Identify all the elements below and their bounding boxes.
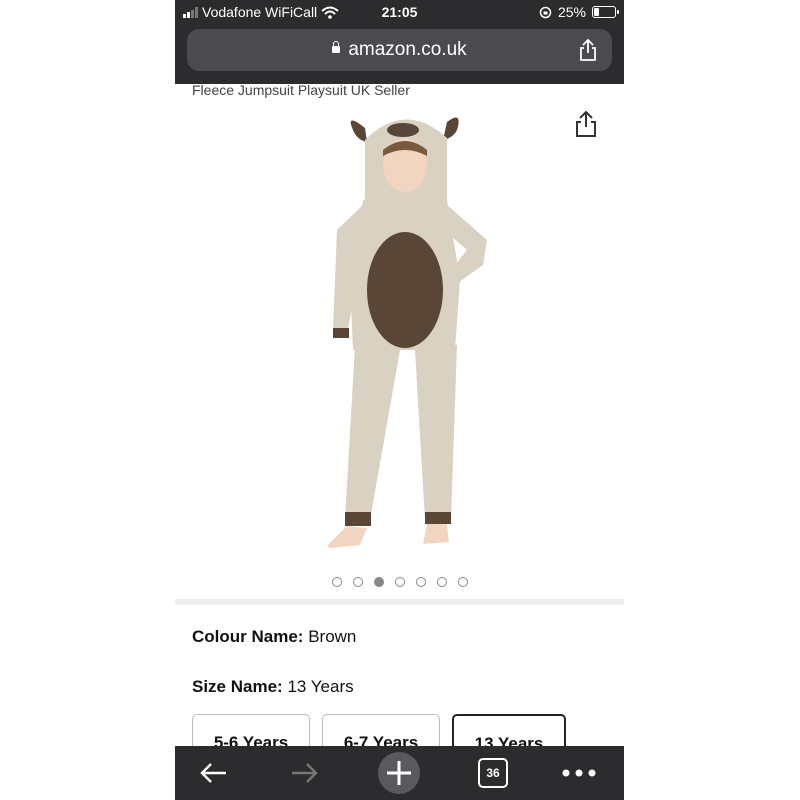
pagination-dot[interactable] [373,577,384,587]
tabs-icon: 36 [478,758,508,788]
product-title: Fleece Jumpsuit Playsuit UK Seller [192,84,410,98]
section-divider [175,599,624,605]
size-label: Size Name: [192,677,283,696]
address-bar[interactable]: amazon.co.uk [187,29,612,71]
back-button[interactable] [183,746,243,800]
phone-screen: Vodafone WiFiCall 21:05 25% amazon.co.uk… [175,0,624,800]
colour-value: Brown [308,627,357,646]
battery-group: 25% [539,4,619,20]
colour-label: Colour Name: [192,627,304,646]
size-option-button[interactable]: 5-6 Years [192,714,310,746]
battery-percent: 25% [557,4,586,20]
tab-count: 36 [486,766,500,780]
image-pagination[interactable] [175,577,624,587]
more-button[interactable] [549,746,609,800]
status-bar: Vodafone WiFiCall 21:05 25% [175,0,624,24]
browser-toolbar: 36 [175,746,624,800]
pagination-dot[interactable] [331,577,342,587]
arrow-right-icon [292,763,318,783]
url-display[interactable]: amazon.co.uk [187,29,612,71]
share-icon[interactable] [578,38,598,62]
product-share-icon[interactable] [573,110,599,138]
pagination-dot[interactable] [415,577,426,587]
lock-icon [332,41,341,53]
size-option-button[interactable]: 13 Years [452,714,566,746]
product-image[interactable] [275,100,535,570]
arrow-left-icon [200,763,226,783]
pagination-dot[interactable] [457,577,468,587]
pagination-dot[interactable] [352,577,363,587]
forward-button[interactable] [275,746,335,800]
url-text: amazon.co.uk [348,39,467,60]
tabs-button[interactable]: 36 [465,746,521,800]
size-value: 13 Years [287,677,354,696]
more-icon [562,769,596,777]
battery-icon [592,6,619,18]
pagination-dot[interactable] [394,577,405,587]
orientation-lock-icon [539,6,552,18]
size-option-button[interactable]: 6-7 Years [322,714,440,746]
plus-icon [378,752,420,794]
new-tab-button[interactable] [371,746,427,800]
size-options: 5-6 Years 6-7 Years 13 Years [192,714,566,746]
pagination-dot[interactable] [436,577,447,587]
browser-chrome: Vodafone WiFiCall 21:05 25% amazon.co.uk [175,0,624,84]
page-content: Fleece Jumpsuit Playsuit UK Seller Colou… [175,84,624,746]
size-row: Size Name: 13 Years [192,677,354,697]
colour-row: Colour Name: Brown [192,627,356,647]
